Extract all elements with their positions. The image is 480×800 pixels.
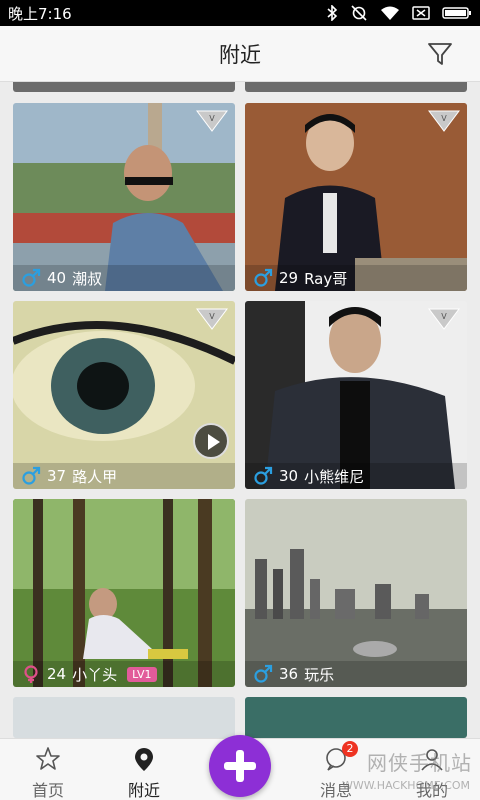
status-icons — [326, 5, 472, 21]
status-time: 晚上7:16 — [8, 4, 72, 23]
user-card[interactable]: 36 玩乐 — [245, 499, 467, 687]
user-card-info: 29 Ray哥 — [245, 265, 467, 291]
vip-badge-icon: V — [428, 308, 460, 330]
female-icon — [24, 665, 38, 683]
filter-icon[interactable] — [426, 40, 454, 68]
user-card[interactable]: 24 小丫头 LV1 — [13, 499, 235, 687]
male-icon — [22, 268, 41, 287]
user-card[interactable]: V 29 Ray哥 — [245, 103, 467, 291]
nav-nearby-label: 附近 — [127, 781, 160, 800]
user-age: 29 — [279, 269, 299, 287]
male-icon — [22, 466, 41, 485]
user-name: 玩乐 — [304, 665, 335, 684]
user-name: Ray哥 — [304, 269, 348, 288]
watermark-url: WWW.HACKHOME.COM — [341, 779, 470, 792]
user-card[interactable] — [245, 697, 467, 738]
svg-text:V: V — [209, 114, 215, 123]
user-name: 小熊维尼 — [304, 467, 365, 486]
user-card[interactable]: V 40 潮叔 — [13, 103, 235, 291]
user-age: 30 — [279, 467, 299, 485]
card-peek-top-left — [13, 82, 235, 92]
user-age: 37 — [47, 467, 67, 485]
wifi-icon — [381, 6, 399, 20]
messages-badge: 2 — [342, 741, 358, 757]
user-age: 24 — [47, 665, 67, 683]
nav-nearby[interactable]: 附近 — [104, 745, 184, 800]
page-title: 附近 — [219, 42, 261, 67]
location-pin-icon — [135, 748, 153, 771]
header: 附近 — [0, 26, 480, 82]
user-name: 小丫头 — [72, 665, 118, 684]
nav-home-label: 首页 — [31, 781, 64, 800]
sync-off-icon — [351, 5, 367, 21]
user-card-info: 24 小丫头 LV1 — [13, 661, 235, 687]
star-icon — [36, 747, 60, 770]
bottom-nav: 首页 附近 2 消息 我的 网侠手机站 WWW.HACKHOME.COM — [0, 735, 480, 800]
male-icon — [254, 664, 273, 683]
play-video-icon[interactable] — [193, 423, 229, 459]
vip-badge-icon: V — [196, 308, 228, 330]
svg-text:V: V — [441, 114, 447, 123]
user-card-info: 37 路人甲 — [13, 463, 235, 489]
user-age: 40 — [47, 269, 67, 287]
user-photo — [245, 499, 467, 687]
no-sim-icon — [412, 6, 430, 20]
male-icon — [254, 466, 273, 485]
user-photo — [13, 499, 235, 687]
user-card[interactable]: V 30 小熊维尼 — [245, 301, 467, 489]
user-card-info: 30 小熊维尼 — [245, 463, 467, 489]
watermark-text: 网侠手机站 — [367, 751, 472, 775]
user-age: 36 — [279, 665, 299, 683]
nav-home[interactable]: 首页 — [8, 745, 88, 800]
user-name: 路人甲 — [72, 467, 118, 486]
user-card[interactable]: V 37 路人甲 — [13, 301, 235, 489]
status-bar: 晚上7:16 — [0, 0, 480, 26]
post-plus-button[interactable] — [209, 735, 271, 797]
svg-text:V: V — [209, 312, 215, 321]
card-peek-top-right — [245, 82, 467, 92]
nearby-user-grid: V 40 潮叔 V 29 Ray哥 V 37 路人甲 V 30 小熊维尼 24 … — [0, 82, 480, 738]
vip-badge-icon: V — [196, 110, 228, 132]
user-card[interactable] — [13, 697, 235, 738]
user-card-info: 36 玩乐 — [245, 661, 467, 687]
vip-badge-icon: V — [428, 110, 460, 132]
level-badge: LV1 — [127, 666, 157, 682]
male-icon — [254, 268, 273, 287]
battery-icon — [442, 7, 471, 19]
user-card-info: 40 潮叔 — [13, 265, 235, 291]
svg-text:V: V — [441, 312, 447, 321]
user-name: 潮叔 — [72, 269, 103, 288]
bluetooth-icon — [327, 5, 338, 21]
